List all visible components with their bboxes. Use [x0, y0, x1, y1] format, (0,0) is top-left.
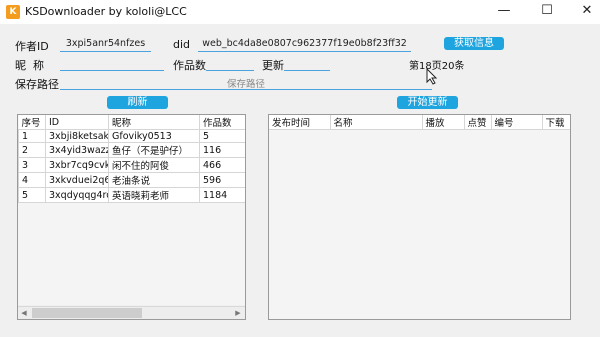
horizontal-scrollbar[interactable]: ◀ ▶: [18, 306, 245, 319]
column-header[interactable]: 作品数: [199, 115, 245, 130]
table-row[interactable]: 3 3xbr7cq9cvkc 闲不住的阿俊 466: [18, 157, 245, 173]
video-list-table: 发布时间 名称 播放 点赞 编号 下载: [268, 114, 571, 320]
scroll-left-icon[interactable]: ◀: [18, 307, 30, 319]
minimize-button[interactable]: —: [484, 0, 524, 24]
table-cell: Gfoviky0513: [108, 129, 200, 143]
column-header[interactable]: ID: [45, 115, 109, 130]
table-cell: 5: [18, 187, 46, 203]
author-list-table: 序号 ID 昵称 作品数 1 3xbji8ketsakg Gfoviky0513…: [17, 114, 246, 320]
table-cell: 老油条说: [108, 172, 200, 188]
column-header[interactable]: 编号: [491, 115, 543, 130]
author-id-input[interactable]: 3xpi5anr54nfzes: [60, 38, 151, 52]
table-cell: 英语晓莉老师: [108, 187, 200, 203]
column-header[interactable]: 播放: [422, 115, 465, 130]
did-label: did: [173, 38, 191, 51]
table-cell: 3xbr7cq9cvkc: [45, 157, 109, 173]
table-row[interactable]: 4 3xkvduei2q66 老油条说 596: [18, 172, 245, 188]
column-header[interactable]: 昵称: [108, 115, 200, 130]
table-cell: 3: [18, 157, 46, 173]
start-update-button[interactable]: 开始更新: [397, 96, 458, 109]
author-id-label: 作者ID: [15, 40, 49, 53]
table-row[interactable]: 1 3xbji8ketsakg Gfoviky0513 5: [18, 129, 245, 143]
nickname-field: [60, 57, 164, 71]
table-cell: 3x4yid3wazz9: [45, 142, 109, 158]
save-path-input[interactable]: 保存路径: [60, 76, 432, 90]
table-cell: 5: [199, 129, 245, 143]
column-header[interactable]: 点赞: [464, 115, 492, 130]
table-row[interactable]: 5 3xqdyqqg4rq 英语晓莉老师 1184: [18, 187, 245, 203]
save-path-label: 保存路径: [15, 78, 59, 91]
table-row[interactable]: 2 3x4yid3wazz9 鱼仔（不是驴仔） 116: [18, 142, 245, 158]
column-header[interactable]: 名称: [330, 115, 423, 130]
table-cell: 闲不住的阿俊: [108, 157, 200, 173]
column-header[interactable]: 发布时间: [269, 115, 331, 130]
table-cell: 1184: [199, 187, 245, 203]
column-header[interactable]: 下载: [542, 115, 570, 130]
column-header[interactable]: 序号: [18, 115, 46, 130]
table-cell: 116: [199, 142, 245, 158]
scrollbar-thumb[interactable]: [32, 308, 142, 318]
fetch-info-button[interactable]: 获取信息: [444, 37, 504, 50]
update-field: [284, 57, 330, 71]
table-cell: 1: [18, 129, 46, 143]
works-count-field: [206, 57, 254, 71]
table-cell: 4: [18, 172, 46, 188]
app-icon: K: [6, 5, 20, 19]
title-bar: K KSDownloader by kololi@LCC — ☐ ✕: [0, 0, 600, 24]
table-cell: 3xkvduei2q66: [45, 172, 109, 188]
did-input[interactable]: web_bc4da8e0807c962377f19e0b8f23ff32: [198, 38, 411, 52]
table-cell: 鱼仔（不是驴仔）: [108, 142, 200, 158]
table-cell: 2: [18, 142, 46, 158]
works-count-label: 作品数: [173, 59, 206, 72]
maximize-button[interactable]: ☐: [527, 0, 567, 24]
close-button[interactable]: ✕: [567, 0, 600, 24]
table-cell: 596: [199, 172, 245, 188]
update-label: 更新: [262, 59, 284, 72]
refresh-button[interactable]: 刷新: [107, 96, 168, 109]
table-cell: 466: [199, 157, 245, 173]
table-cell: 3xqdyqqg4rq: [45, 187, 109, 203]
scroll-right-icon[interactable]: ▶: [232, 307, 244, 319]
window-title: KSDownloader by kololi@LCC: [25, 5, 187, 18]
nickname-label: 昵 称: [15, 59, 44, 72]
table-cell: 3xbji8ketsakg: [45, 129, 109, 143]
table-header-row: 序号 ID 昵称 作品数: [18, 115, 245, 130]
table-header-row: 发布时间 名称 播放 点赞 编号 下载: [269, 115, 570, 130]
